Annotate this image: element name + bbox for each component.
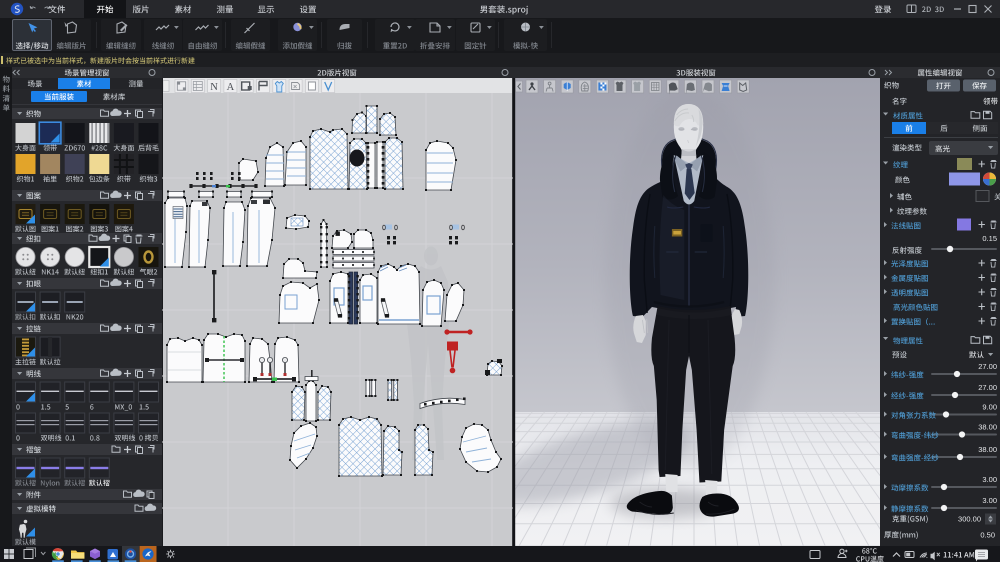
svg-text:3.00: 3.00 [982, 496, 997, 505]
svg-text:9.00: 9.00 [982, 403, 997, 412]
svg-text:27.00: 27.00 [978, 362, 997, 371]
svg-text:38.00: 38.00 [978, 445, 997, 454]
svg-text:38.00: 38.00 [978, 423, 997, 432]
svg-text:N: N [210, 82, 218, 93]
svg-text:0.50: 0.50 [980, 531, 995, 540]
svg-text:300.00: 300.00 [958, 515, 981, 524]
svg-text:0.15: 0.15 [982, 234, 997, 243]
svg-text:27.00: 27.00 [978, 383, 997, 392]
svg-text:3.00: 3.00 [982, 475, 997, 484]
svg-text:A: A [227, 82, 235, 93]
